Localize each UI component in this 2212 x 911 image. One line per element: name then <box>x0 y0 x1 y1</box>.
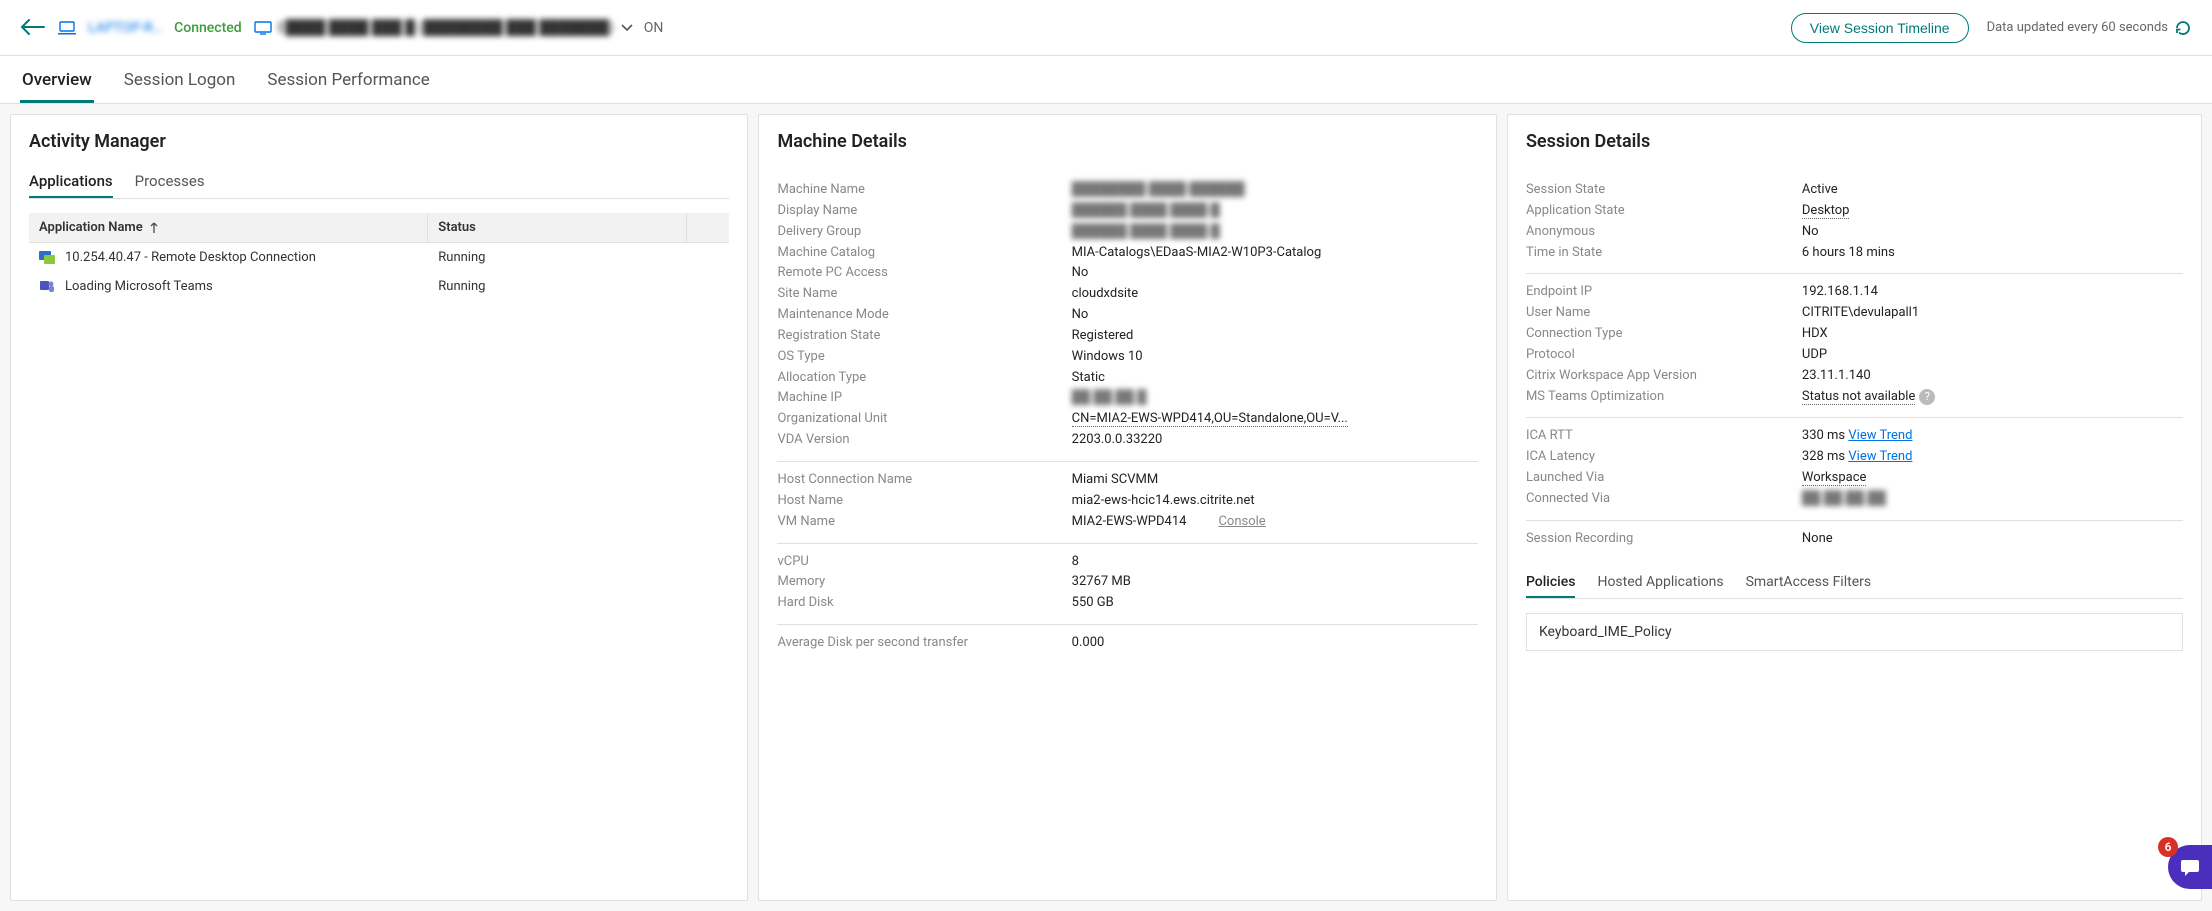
view-trend-link[interactable]: View Trend <box>1848 449 1912 464</box>
tab-smartaccess-filters[interactable]: SmartAccess Filters <box>1746 568 1872 598</box>
tab-processes[interactable]: Processes <box>135 166 205 198</box>
teams-optimization-value[interactable]: Status not available <box>1802 389 1915 405</box>
tab-applications[interactable]: Applications <box>29 166 113 198</box>
application-state-value[interactable]: Desktop <box>1802 203 1850 219</box>
tab-session-logon[interactable]: Session Logon <box>122 60 238 103</box>
session-details-panel: Session Details Session StateActive Appl… <box>1507 114 2202 901</box>
sort-asc-icon <box>149 222 159 234</box>
org-unit-value[interactable]: CN=MIA2-EWS-WPD414,OU=Standalone,OU=V... <box>1072 411 1348 427</box>
activity-manager-title: Activity Manager <box>29 131 729 152</box>
app-name: 10.254.40.47 - Remote Desktop Connection <box>65 248 428 267</box>
policy-item[interactable]: Keyboard_IME_Policy <box>1526 613 2183 651</box>
session-details-title: Session Details <box>1526 131 2183 152</box>
app-name: Loading Microsoft Teams <box>65 277 428 296</box>
activity-manager-panel: Activity Manager Applications Processes … <box>10 114 748 901</box>
refresh-icon[interactable] <box>2174 19 2192 37</box>
launched-via-value[interactable]: Workspace <box>1802 470 1867 486</box>
power-state: ON <box>644 20 664 36</box>
laptop-name-blur: LAPTOP-R… <box>88 20 162 36</box>
tab-session-performance[interactable]: Session Performance <box>265 60 431 103</box>
machine-details-title: Machine Details <box>777 131 1477 152</box>
update-frequency-text: Data updated every 60 seconds <box>1987 20 2168 35</box>
column-status[interactable]: Status <box>428 213 687 242</box>
app-status: Running <box>428 248 687 267</box>
table-row[interactable]: 10.254.40.47 - Remote Desktop Connection… <box>29 243 729 272</box>
connected-status: Connected <box>174 20 242 36</box>
rdc-icon <box>29 249 65 267</box>
tab-hosted-applications[interactable]: Hosted Applications <box>1597 568 1723 598</box>
monitor-icon <box>254 21 272 35</box>
laptop-icon <box>58 21 76 35</box>
view-trend-link[interactable]: View Trend <box>1848 428 1912 443</box>
help-icon[interactable]: ? <box>1919 389 1935 405</box>
view-session-timeline-button[interactable]: View Session Timeline <box>1791 13 1969 43</box>
table-row[interactable]: Loading Microsoft Teams Running <box>29 272 729 301</box>
tab-policies[interactable]: Policies <box>1526 568 1576 598</box>
teams-icon <box>29 278 65 296</box>
column-application-name[interactable]: Application Name <box>29 213 428 242</box>
monitor-name-blur: E████ ████ ███ █ (████████ ███ ███████) <box>278 19 614 36</box>
app-status: Running <box>428 277 687 296</box>
console-link[interactable]: Console <box>1218 514 1265 529</box>
chat-widget[interactable]: 6 <box>2168 845 2212 889</box>
chevron-down-icon[interactable] <box>620 23 634 33</box>
machine-details-panel: Machine Details Machine Name████████-███… <box>758 114 1496 901</box>
chat-badge: 6 <box>2158 837 2178 857</box>
back-icon[interactable] <box>20 17 46 39</box>
tab-overview[interactable]: Overview <box>20 60 94 103</box>
